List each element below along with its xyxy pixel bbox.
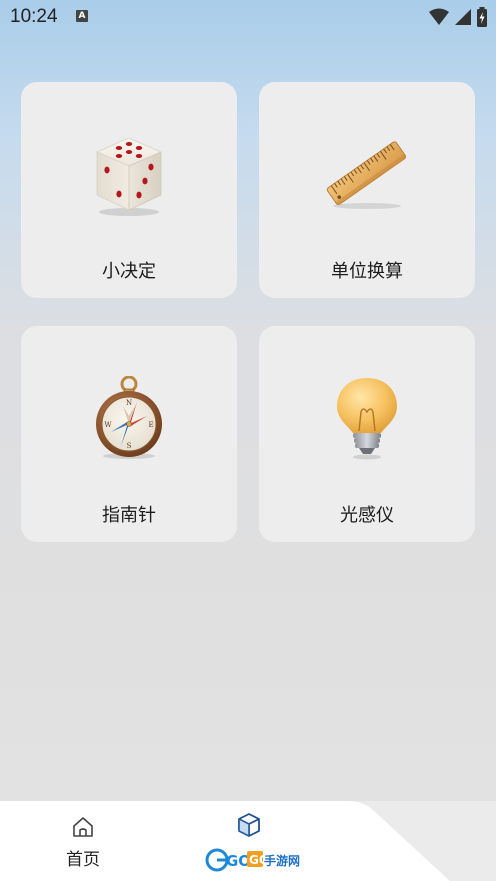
tool-label-light-meter: 光感仪 <box>340 505 394 526</box>
tool-label-unit-converter: 单位换算 <box>331 261 403 282</box>
status-icons <box>428 7 488 27</box>
svg-text:W: W <box>104 421 112 429</box>
status-time: 10:24 <box>10 6 58 27</box>
tool-label-compass: 指南针 <box>102 505 156 526</box>
bottom-nav: 首页 GO GO 手游网 <box>0 801 496 881</box>
wifi-icon <box>429 8 449 25</box>
cube-icon <box>238 813 260 837</box>
a-letter-icon: A <box>76 10 88 22</box>
nav-home[interactable]: 首页 <box>42 811 124 875</box>
tool-label-decision: 小决定 <box>102 261 156 282</box>
signal-icon <box>455 9 471 25</box>
nav-home-label: 首页 <box>66 850 100 870</box>
compass-icon: N S W E <box>96 376 162 459</box>
tool-grid: 小决定 单位换算 N S W E 指南针 光感仪 <box>21 82 475 542</box>
watermark-logo: GO GO 手游网 <box>204 847 304 873</box>
home-icon <box>73 817 93 837</box>
tool-card-compass[interactable]: N S W E 指南针 <box>21 326 237 542</box>
svg-text:手游网: 手游网 <box>264 853 300 868</box>
tool-card-light-meter[interactable]: 光感仪 <box>259 326 475 542</box>
tool-card-unit-converter[interactable]: 单位换算 <box>259 82 475 298</box>
svg-text:S: S <box>127 442 132 450</box>
nav-tools[interactable] <box>222 811 276 845</box>
svg-text:N: N <box>126 399 132 407</box>
lightbulb-icon <box>337 378 397 460</box>
svg-text:E: E <box>148 421 153 429</box>
status-bar: 10:24 A <box>0 0 496 34</box>
battery-icon <box>477 7 487 27</box>
dice-icon <box>96 137 162 216</box>
tool-card-decision[interactable]: 小决定 <box>21 82 237 298</box>
ruler-icon <box>326 141 407 209</box>
